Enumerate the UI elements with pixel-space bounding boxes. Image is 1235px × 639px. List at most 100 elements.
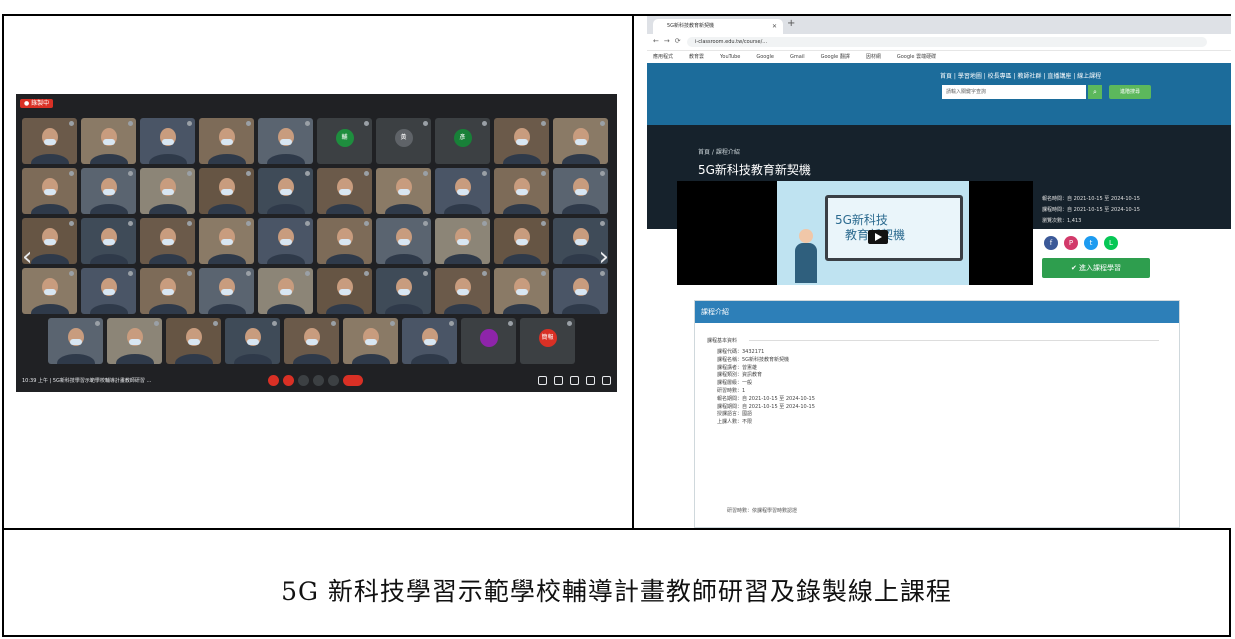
participant-tile[interactable] [376, 218, 431, 264]
participant-tile[interactable] [22, 118, 77, 164]
participant-tile[interactable] [317, 218, 372, 264]
face-mask [220, 189, 233, 195]
participant-tile[interactable] [140, 118, 195, 164]
participant-tile[interactable] [317, 168, 372, 214]
participant-tile[interactable] [107, 318, 162, 364]
participant-grid: 輔 黃 彥簡報 [22, 118, 612, 368]
participant-tile[interactable] [376, 168, 431, 214]
participant-tile[interactable] [494, 218, 549, 264]
participant-tile[interactable] [140, 218, 195, 264]
participant-tile[interactable] [494, 118, 549, 164]
browser-tab[interactable]: 5G新科技教育新契機 ✕ [653, 19, 783, 34]
participant-tile[interactable] [258, 218, 313, 264]
camera-toggle-icon[interactable] [283, 375, 294, 386]
participant-tile[interactable] [22, 168, 77, 214]
captions-icon[interactable] [298, 375, 309, 386]
participant-tile[interactable] [199, 268, 254, 314]
bookmark-item[interactable]: 教育雲 [689, 54, 704, 60]
participant-body [384, 304, 423, 314]
plurk-icon[interactable]: P [1064, 236, 1078, 250]
participant-tile[interactable] [258, 268, 313, 314]
participant-tile[interactable] [199, 218, 254, 264]
participant-tile[interactable] [435, 168, 490, 214]
participant-tile[interactable] [376, 268, 431, 314]
participant-tile[interactable] [199, 118, 254, 164]
breadcrumb[interactable]: 首頁 / 課程介紹 [698, 147, 740, 156]
line-icon[interactable]: L [1104, 236, 1118, 250]
new-tab-icon[interactable]: + [787, 18, 795, 29]
participant-tile[interactable] [402, 318, 457, 364]
present-screen-icon[interactable] [313, 375, 324, 386]
bookmark-item[interactable]: Google [756, 54, 774, 60]
face-mask [515, 189, 528, 195]
participant-tile[interactable] [225, 318, 280, 364]
bookmark-item[interactable]: 應用程式 [653, 54, 673, 60]
search-icon[interactable]: ⌕ [1088, 85, 1102, 99]
course-video-player[interactable]: 5G新科技 教育新契機 [677, 181, 1033, 285]
people-icon[interactable] [554, 376, 563, 385]
participant-tile[interactable]: 黃 [376, 118, 431, 164]
enter-course-button[interactable]: ✔ 進入課程學習 [1042, 258, 1150, 278]
bookmark-item[interactable]: YouTube [720, 54, 740, 60]
bookmark-item[interactable]: Google 翻譯 [821, 54, 850, 60]
participant-tile[interactable] [553, 268, 608, 314]
site-nav[interactable]: 首頁 | 學習地圖 | 校長專區 | 教師社群 | 直播講座 | 線上課程 [940, 71, 1101, 80]
participant-tile[interactable] [343, 318, 398, 364]
participant-tile[interactable] [494, 168, 549, 214]
info-row: 研習時數：1 [717, 387, 746, 394]
participant-tile[interactable] [435, 268, 490, 314]
participant-tile[interactable] [166, 318, 221, 364]
chevron-left-icon[interactable]: ‹ [22, 244, 32, 270]
participant-tile[interactable]: 輔 [317, 118, 372, 164]
more-options-icon[interactable] [328, 375, 339, 386]
info-rows: 課程代碼：3432171 課程名稱：5G新科技教育新契機 課程講者：曾憲雄 課程類別：… [717, 349, 815, 427]
participant-tile[interactable] [461, 318, 516, 364]
info-icon[interactable] [538, 376, 547, 385]
bookmark-item[interactable]: Gmail [790, 54, 805, 60]
play-icon[interactable] [868, 230, 888, 244]
participant-body [443, 304, 482, 314]
bookmark-item[interactable]: Google 雲端硬碟 [897, 54, 936, 60]
participant-tile[interactable] [81, 218, 136, 264]
close-icon[interactable]: ✕ [772, 19, 777, 34]
facebook-icon[interactable]: f [1044, 236, 1058, 250]
mic-muted-icon [69, 171, 74, 176]
participant-tile[interactable] [140, 168, 195, 214]
leave-call-icon[interactable] [343, 375, 363, 386]
chevron-right-icon[interactable]: › [599, 244, 609, 270]
advanced-search-button[interactable]: 進階搜尋 [1109, 85, 1151, 99]
participant-tile[interactable] [317, 268, 372, 314]
participant-body [325, 304, 364, 314]
participant-tile[interactable] [258, 118, 313, 164]
face-mask [515, 239, 528, 245]
participant-tile[interactable] [553, 168, 608, 214]
tab-title: 5G新科技教育新契機 [667, 23, 715, 29]
participant-tile[interactable] [22, 268, 77, 314]
participant-tile[interactable] [81, 118, 136, 164]
participant-tile[interactable] [553, 118, 608, 164]
meta-line: 瀏覽次數：1,413 [1042, 218, 1082, 224]
activities-icon[interactable] [586, 376, 595, 385]
participant-tile[interactable] [199, 168, 254, 214]
participant-tile[interactable] [48, 318, 103, 364]
lock-icon[interactable] [602, 376, 611, 385]
chat-icon[interactable] [570, 376, 579, 385]
navigation-buttons[interactable]: ←→⟳ [653, 37, 686, 45]
participant-tile[interactable] [81, 268, 136, 314]
participant-tile[interactable] [140, 268, 195, 314]
search-input[interactable]: 請輸入關鍵字查詢 [942, 85, 1086, 99]
bookmark-item[interactable]: 因材網 [866, 54, 881, 60]
participant-tile[interactable]: 彥 [435, 118, 490, 164]
participant-tile[interactable] [284, 318, 339, 364]
participant-tile[interactable]: 簡報 [520, 318, 575, 364]
participant-tile[interactable] [81, 168, 136, 214]
url-field[interactable]: i-classroom.edu.tw/course/... [687, 37, 1207, 47]
twitter-icon[interactable]: t [1084, 236, 1098, 250]
face-mask [338, 289, 351, 295]
course-title: 5G新科技教育新契機 [698, 163, 811, 177]
info-legend: 課程基本資料 [707, 338, 738, 344]
participant-tile[interactable] [494, 268, 549, 314]
mic-toggle-icon[interactable] [268, 375, 279, 386]
participant-tile[interactable] [435, 218, 490, 264]
participant-tile[interactable] [258, 168, 313, 214]
